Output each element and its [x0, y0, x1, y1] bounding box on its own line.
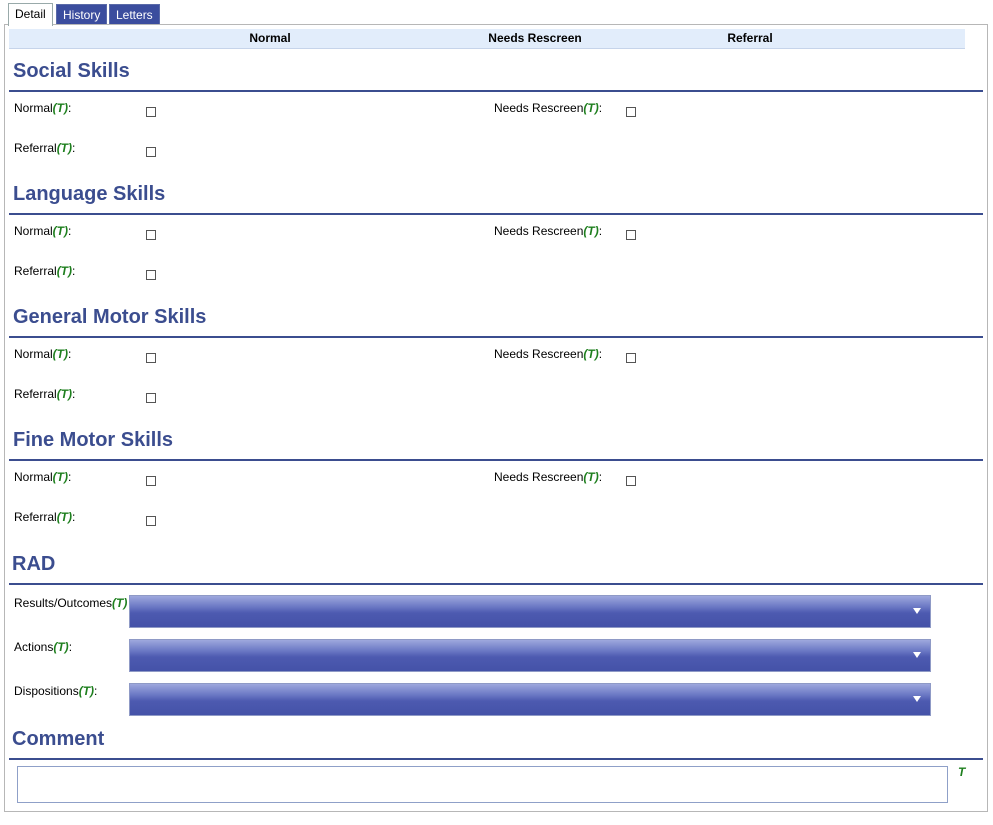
checkbox-language-normal[interactable] — [146, 230, 156, 240]
label-general-motor-normal: Normal(T): — [14, 347, 72, 361]
section-title-social-skills: Social Skills — [13, 60, 130, 82]
section-divider — [9, 336, 983, 338]
header-referral: Referral — [727, 31, 773, 45]
section-divider — [9, 90, 983, 92]
checkbox-language-needs-rescreen[interactable] — [626, 230, 636, 240]
section-divider — [9, 459, 983, 461]
chevron-down-icon — [913, 696, 921, 702]
dispositions-dropdown[interactable] — [129, 683, 931, 716]
checkbox-social-referral[interactable] — [146, 147, 156, 157]
checkbox-fine-motor-referral[interactable] — [146, 516, 156, 526]
label-language-normal: Normal(T): — [14, 224, 72, 238]
label-fine-motor-normal: Normal(T): — [14, 470, 72, 484]
chevron-down-icon — [913, 652, 921, 658]
section-title-rad: RAD — [12, 553, 56, 575]
label-general-motor-needs-rescreen: Needs Rescreen(T): — [494, 347, 603, 361]
label-general-motor-referral: Referral(T): — [14, 387, 76, 401]
tab-detail[interactable]: Detail — [8, 3, 53, 26]
label-dispositions: Dispositions(T): — [14, 684, 98, 698]
checkbox-fine-motor-normal[interactable] — [146, 476, 156, 486]
checkbox-general-motor-referral[interactable] — [146, 393, 156, 403]
checkbox-general-motor-normal[interactable] — [146, 353, 156, 363]
checkbox-language-referral[interactable] — [146, 270, 156, 280]
label-social-needs-rescreen: Needs Rescreen(T): — [494, 101, 603, 115]
section-divider — [9, 213, 983, 215]
column-header: Normal Needs Rescreen Referral — [9, 29, 965, 49]
results-outcomes-dropdown[interactable] — [129, 595, 931, 628]
label-fine-motor-needs-rescreen: Needs Rescreen(T): — [494, 470, 603, 484]
label-social-normal: Normal(T): — [14, 101, 72, 115]
section-title-comment: Comment — [12, 728, 105, 750]
chevron-down-icon — [913, 608, 921, 614]
label-fine-motor-referral: Referral(T): — [14, 510, 76, 524]
section-title-fine-motor-skills: Fine Motor Skills — [13, 429, 174, 451]
checkbox-social-normal[interactable] — [146, 107, 156, 117]
header-normal: Normal — [249, 31, 291, 45]
checkbox-social-needs-rescreen[interactable] — [626, 107, 636, 117]
label-results-outcomes: Results/Outcomes(T) — [14, 596, 128, 610]
checkbox-fine-motor-needs-rescreen[interactable] — [626, 476, 636, 486]
section-divider — [9, 758, 983, 760]
translation-marker: T — [958, 765, 966, 779]
label-actions: Actions(T): — [14, 640, 73, 654]
actions-dropdown[interactable] — [129, 639, 931, 672]
comment-textarea[interactable] — [17, 766, 948, 803]
section-title-general-motor-skills: General Motor Skills — [13, 306, 207, 328]
section-divider — [9, 583, 983, 585]
tab-letters[interactable]: Letters — [109, 4, 160, 24]
tab-history[interactable]: History — [56, 4, 108, 24]
label-social-referral: Referral(T): — [14, 141, 76, 155]
label-language-referral: Referral(T): — [14, 264, 76, 278]
section-title-language-skills: Language Skills — [13, 183, 166, 205]
checkbox-general-motor-needs-rescreen[interactable] — [626, 353, 636, 363]
header-needs-rescreen: Needs Rescreen — [488, 31, 582, 45]
label-language-needs-rescreen: Needs Rescreen(T): — [494, 224, 603, 238]
